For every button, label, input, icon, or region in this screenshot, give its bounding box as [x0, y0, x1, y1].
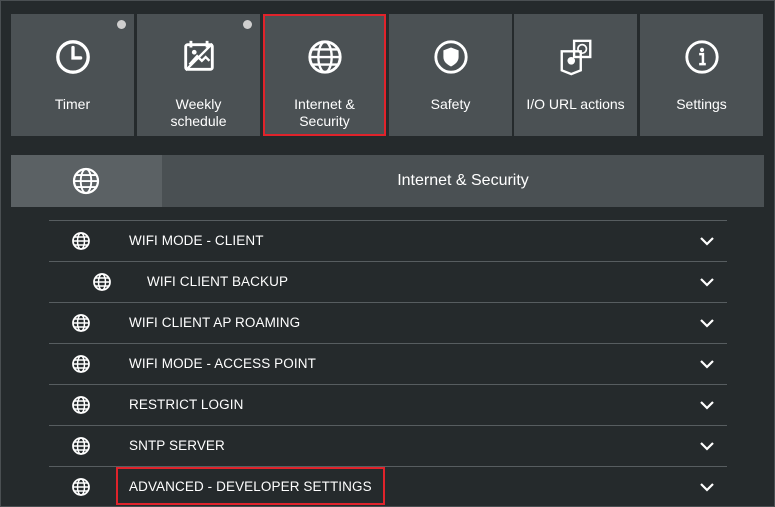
list-item-sntp-server[interactable]: SNTP SERVER [49, 425, 727, 466]
tile-label: Internet & Security [294, 96, 355, 129]
tile-label: I/O URL actions [526, 96, 625, 112]
tile-settings[interactable]: Settings [640, 14, 763, 136]
chevron-down-icon[interactable] [699, 275, 715, 289]
list-item-label: ADVANCED - DEVELOPER SETTINGS [116, 467, 385, 505]
category-tiles: Timer Weekly schedule Internet & Securit… [11, 14, 764, 136]
list-item-wifi-mode-client[interactable]: WIFI MODE - CLIENT [49, 220, 727, 261]
schedule-icon [137, 38, 260, 78]
globe-icon [72, 314, 90, 332]
list-item-advanced-developer-settings[interactable]: ADVANCED - DEVELOPER SETTINGS [49, 466, 727, 507]
list-item-wifi-mode-access-point[interactable]: WIFI MODE - ACCESS POINT [49, 343, 727, 384]
list-item-wifi-client-ap-roaming[interactable]: WIFI CLIENT AP ROAMING [49, 302, 727, 343]
list-item-restrict-login[interactable]: RESTRICT LOGIN [49, 384, 727, 425]
tile-weekly-schedule[interactable]: Weekly schedule [137, 14, 260, 136]
globe-icon [72, 437, 90, 455]
section-title: Internet & Security [397, 172, 529, 189]
shield-icon [389, 38, 512, 78]
notification-dot [117, 20, 126, 29]
url-actions-icon [514, 38, 637, 78]
tile-timer[interactable]: Timer [11, 14, 134, 136]
list-item-label: SNTP SERVER [129, 438, 225, 453]
globe-icon [11, 155, 162, 207]
list-item-label: WIFI CLIENT BACKUP [147, 274, 289, 289]
globe-icon [72, 355, 90, 373]
tile-internet-security[interactable]: Internet & Security [263, 14, 386, 136]
chevron-down-icon[interactable] [699, 316, 715, 330]
chevron-down-icon[interactable] [699, 398, 715, 412]
notification-dot [243, 20, 252, 29]
globe-icon [72, 232, 90, 250]
globe-icon [93, 273, 111, 291]
info-icon [640, 38, 763, 78]
list-item-label: RESTRICT LOGIN [129, 397, 244, 412]
section-header: Internet & Security [11, 155, 764, 207]
list-item-wifi-client-backup[interactable]: WIFI CLIENT BACKUP [49, 261, 727, 302]
clock-icon [11, 38, 134, 78]
tile-label: Weekly schedule [170, 96, 227, 129]
tile-io-url-actions[interactable]: I/O URL actions [514, 14, 637, 136]
list-item-label: WIFI MODE - ACCESS POINT [129, 356, 316, 371]
tile-label: Safety [430, 96, 471, 112]
chevron-down-icon[interactable] [699, 480, 715, 494]
list-item-label: WIFI CLIENT AP ROAMING [129, 315, 301, 330]
tile-label: Timer [54, 96, 91, 112]
chevron-down-icon[interactable] [699, 234, 715, 248]
globe-icon [72, 478, 90, 496]
chevron-down-icon[interactable] [699, 357, 715, 371]
list-item-label: WIFI MODE - CLIENT [129, 233, 264, 248]
settings-list: WIFI MODE - CLIENT WIFI CLIENT BACKUP WI… [49, 220, 727, 507]
chevron-down-icon[interactable] [699, 439, 715, 453]
globe-icon [263, 38, 386, 78]
tile-label: Settings [676, 96, 727, 112]
globe-icon [72, 396, 90, 414]
tile-safety[interactable]: Safety [389, 14, 512, 136]
